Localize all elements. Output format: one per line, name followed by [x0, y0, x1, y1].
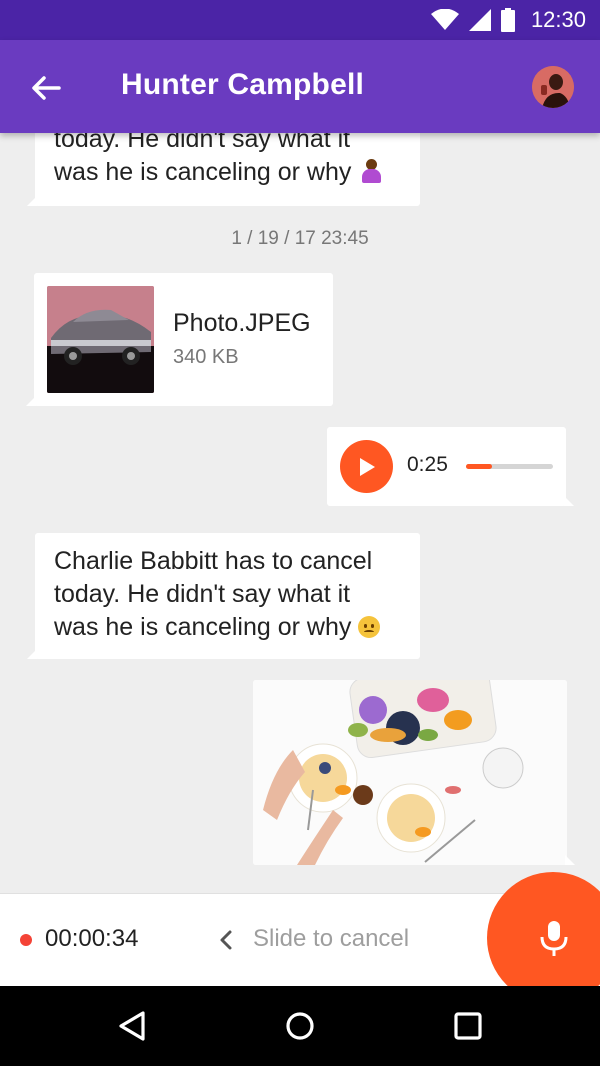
incoming-text-bubble[interactable]: today. He didn't say what it was he is c… — [27, 133, 420, 206]
nav-back-button[interactable] — [110, 1004, 154, 1048]
wifi-icon — [430, 9, 459, 30]
contact-name[interactable]: Hunter Campbell — [121, 68, 364, 102]
message-line: today. He didn't say what it — [54, 580, 351, 608]
app-bar: Hunter Campbell — [0, 40, 600, 133]
food-photo[interactable] — [253, 680, 567, 865]
outgoing-image-bubble[interactable] — [253, 680, 575, 865]
play-button[interactable] — [340, 440, 393, 493]
status-icons: 12:30 — [430, 7, 586, 32]
person-gesturing-emoji — [358, 159, 384, 183]
triangle-back-icon — [119, 1011, 145, 1041]
food-photo-image — [253, 680, 567, 865]
chevron-left-icon — [220, 930, 232, 950]
circle-home-icon — [286, 1012, 314, 1040]
message-timestamp: 1 / 19 / 17 23:45 — [231, 228, 369, 249]
avatar-photo — [532, 66, 574, 108]
message-line: was he is canceling or why — [54, 158, 352, 186]
audio-duration: 0:25 — [407, 453, 448, 476]
arrow-back-icon — [32, 76, 61, 100]
file-thumbnail[interactable] — [47, 286, 154, 393]
microphone-icon — [540, 921, 568, 956]
audio-progress-track[interactable] — [466, 464, 553, 469]
file-size: 340 KB — [173, 346, 239, 368]
incoming-text-bubble[interactable]: Charlie Babbitt has to cancel today. He … — [27, 533, 420, 659]
incoming-file-bubble[interactable]: Photo.JPEG 340 KB — [26, 273, 333, 406]
battery-icon — [500, 8, 515, 32]
slide-to-cancel-hint: Slide to cancel — [253, 925, 410, 952]
status-time: 12:30 — [530, 7, 586, 32]
message-line: was he is canceling or why — [54, 613, 352, 641]
play-icon — [359, 457, 375, 476]
recording-indicator-icon — [20, 934, 32, 946]
back-button[interactable] — [28, 70, 64, 106]
nav-home-button[interactable] — [278, 1004, 322, 1048]
outgoing-audio-bubble[interactable]: 0:25 — [327, 427, 574, 506]
recording-timer: 00:00:34 — [45, 925, 139, 952]
status-bar: 12:30 — [0, 0, 600, 40]
message-line: Charlie Babbitt has to cancel — [54, 547, 373, 575]
message-line: today. He didn't say what it — [54, 133, 351, 153]
square-recents-icon — [454, 1012, 482, 1040]
car-photo-icon — [47, 286, 154, 393]
worried-face-emoji — [358, 616, 381, 638]
file-name: Photo.JPEG — [173, 309, 311, 337]
system-nav-bar — [0, 986, 600, 1066]
cell-signal-icon — [468, 9, 491, 31]
audio-progress-fill — [466, 464, 493, 469]
chat-thread[interactable]: today. He didn't say what it was he is c… — [0, 133, 600, 893]
contact-avatar[interactable] — [532, 66, 574, 108]
nav-recents-button[interactable] — [446, 1004, 490, 1048]
